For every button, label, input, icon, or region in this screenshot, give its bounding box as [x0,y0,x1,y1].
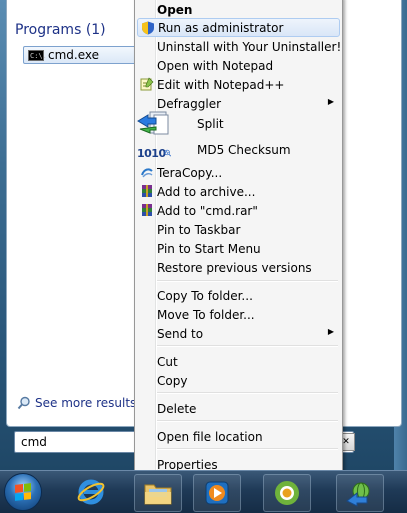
md5-icon-text: 1010 [137,146,166,160]
split-icon [137,111,169,135]
play-icon [205,481,229,505]
windows-logo-icon [15,483,31,501]
menu-item-label: TeraCopy... [157,165,223,180]
submenu-arrow-icon: ▶ [327,327,334,336]
menu-separator [157,280,338,282]
network-globe-icon [346,482,370,507]
menu-separator [157,392,338,394]
start-orb[interactable] [4,473,42,511]
menu-item-add-to-cmd-rar[interactable]: Add to "cmd.rar" [137,201,340,220]
menu-item-edit-with-notepadpp[interactable]: Edit with Notepad++ [137,75,340,94]
menu-item-label: Edit with Notepad++ [157,77,285,92]
menu-item-open[interactable]: Open [137,0,340,19]
menu-item-delete[interactable]: Delete [137,399,340,418]
menu-item-open-with-notepad[interactable]: Open with Notepad [137,56,340,75]
shield-icon [140,20,156,36]
menu-item-label: Open with Notepad [157,58,274,73]
menu-item-copy-to-folder[interactable]: Copy To folder... [137,286,340,305]
menu-item-label: Pin to Start Menu [157,241,261,256]
menu-item-pin-to-start-menu[interactable]: Pin to Start Menu [137,239,340,258]
menu-item-label: Add to "cmd.rar" [157,203,258,218]
ie-logo-icon [77,479,105,505]
browser-logo-icon [275,481,299,505]
menu-item-pin-to-taskbar[interactable]: Pin to Taskbar [137,220,340,239]
menu-item-open-file-location[interactable]: Open file location [137,427,340,446]
programs-section-title: Programs (1) [15,22,106,38]
menu-item-md5-checksum[interactable]: 1010 MD5 Checksum [137,138,340,162]
menu-item-split[interactable]: Split [137,111,340,137]
menu-item-label: Run as administrator [158,20,284,35]
menu-item-label: Add to archive... [157,184,256,199]
menu-item-teracopy[interactable]: TeraCopy... [137,163,340,182]
context-menu: Open Run as administrator Uninstall with… [134,0,343,476]
menu-item-label: Restore previous versions [157,260,312,275]
cmd-icon: C:\. [28,49,47,61]
menu-separator [157,448,338,450]
menu-item-label: Open [157,2,193,17]
menu-item-label: Send to [157,326,204,341]
network-app-icon[interactable] [336,474,384,512]
windows-explorer-icon[interactable] [134,474,182,512]
menu-separator [157,345,338,347]
menu-item-label: Move To folder... [157,307,255,322]
menu-item-cut[interactable]: Cut [137,352,340,371]
program-item-label: cmd.exe [48,48,100,62]
menu-item-label: Cut [157,354,178,369]
see-more-label: See more results [35,396,137,410]
md5-magnifier-icon [164,149,171,157]
winrar-icon [139,202,155,218]
search-icon [17,396,30,410]
internet-explorer-icon[interactable] [68,474,114,510]
menu-item-label: MD5 Checksum [197,143,291,157]
menu-item-label: Copy To folder... [157,288,253,303]
submenu-arrow-icon: ▶ [327,97,334,106]
menu-item-uninstall[interactable]: Uninstall with Your Uninstaller! [137,37,342,56]
folder-icon [144,484,172,505]
menu-item-label: Uninstall with Your Uninstaller! [157,39,342,54]
winrar-icon [139,183,155,199]
menu-item-run-as-administrator[interactable]: Run as administrator [137,18,340,37]
media-player-icon[interactable] [193,474,241,512]
clear-icon: ✕ [342,437,350,447]
program-item-cmd[interactable]: C:\. cmd.exe [23,46,139,64]
menu-item-label: Delete [157,401,197,416]
teracopy-icon [139,164,155,180]
menu-item-move-to-folder[interactable]: Move To folder... [137,305,340,324]
menu-item-label: Open file location [157,429,263,444]
notepadpp-icon [139,76,155,92]
menu-item-send-to[interactable]: Send to ▶ [137,324,340,343]
chrome-icon[interactable] [263,474,311,512]
menu-separator [157,420,338,422]
menu-item-label: Pin to Taskbar [157,222,241,237]
menu-item-restore-previous-versions[interactable]: Restore previous versions [137,258,340,277]
menu-item-copy[interactable]: Copy [137,371,340,390]
menu-item-label: Copy [157,373,188,388]
see-more-results-link[interactable]: See more results [17,396,136,410]
menu-item-add-to-archive[interactable]: Add to archive... [137,182,340,201]
